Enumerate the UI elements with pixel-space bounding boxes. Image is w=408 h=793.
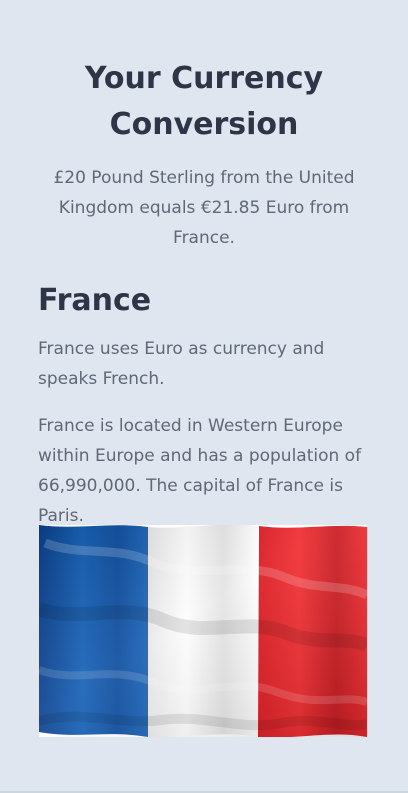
country-flag-image [39, 525, 367, 737]
country-title: France [38, 282, 152, 318]
page-title-line-1: Your Currency [84, 61, 324, 97]
currency-language-paragraph: France uses Euro as currency and speaks … [38, 339, 325, 389]
page-title-line-2: Conversion [109, 107, 299, 143]
france-flag-icon [39, 525, 367, 737]
conversion-summary: £20 Pound Sterling from the United Kingd… [53, 168, 355, 248]
location-population-paragraph: France is located in Western Europe with… [38, 416, 362, 526]
currency-conversion-page: Your Currency Conversion £20 Pound Sterl… [0, 0, 408, 793]
page-title: Your Currency Conversion [32, 56, 376, 148]
